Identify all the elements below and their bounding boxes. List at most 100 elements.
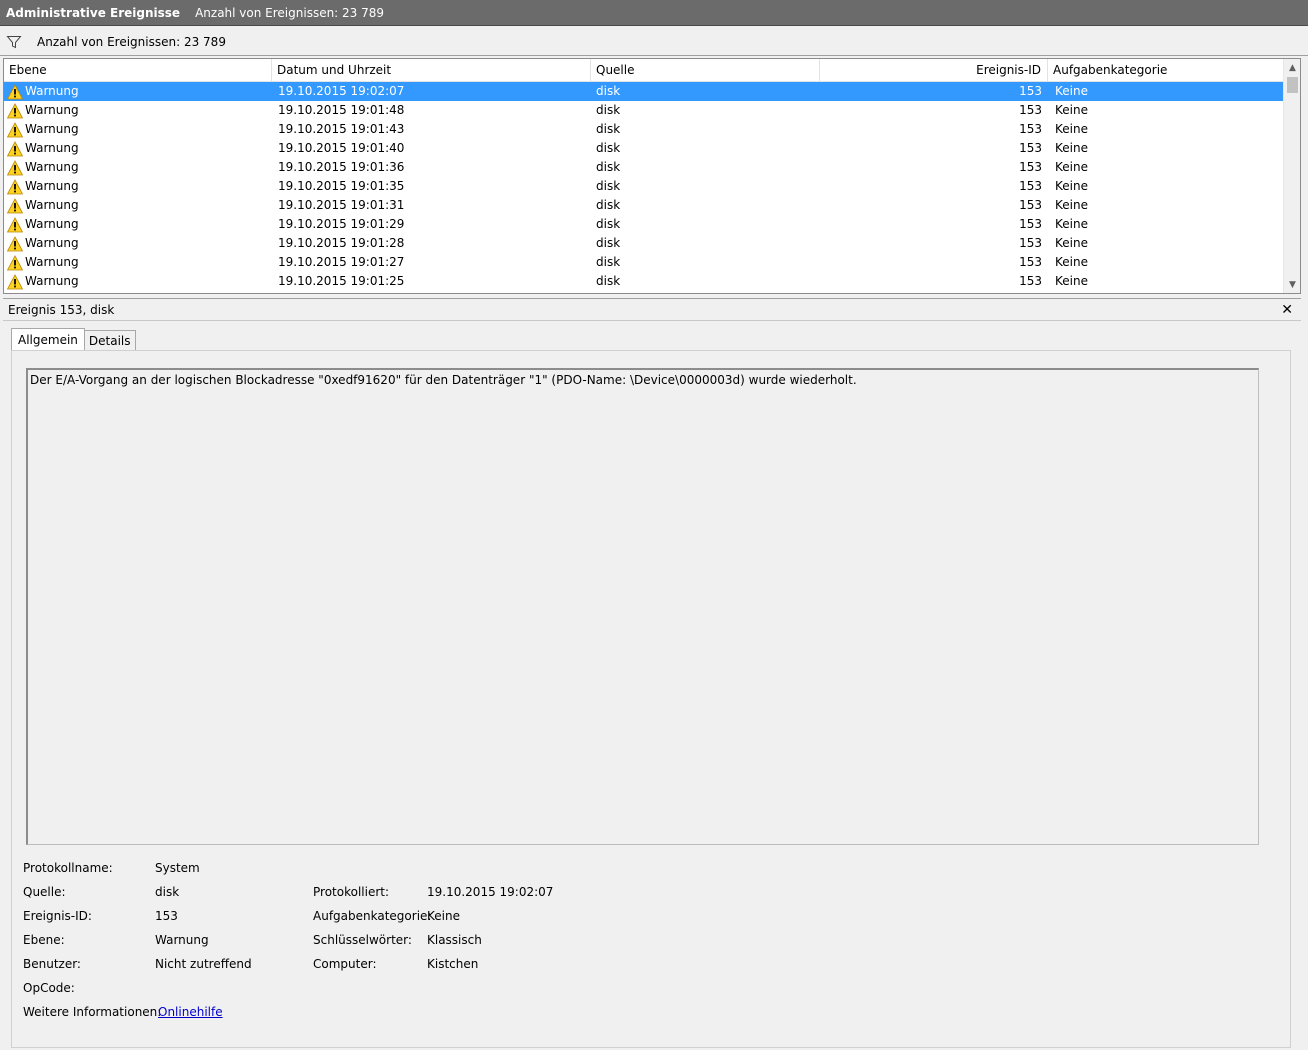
table-row[interactable]: Warnung 19.10.2015 19:01:25 disk 153 Keine (4, 272, 1285, 291)
online-help-link[interactable]: Onlinehilfe (158, 1005, 223, 1019)
level-text: Warnung (25, 255, 79, 269)
level-cell: Warnung (4, 139, 272, 158)
category-cell: Keine (1055, 84, 1088, 98)
warning-icon (6, 121, 24, 138)
event-id-cell: 153 (1019, 198, 1042, 212)
user-label: Benutzer: (23, 957, 81, 971)
category-cell: Keine (1055, 179, 1088, 193)
datetime-cell: 19.10.2015 19:01:31 (278, 198, 405, 212)
level-label: Ebene: (23, 933, 65, 947)
table-row[interactable]: Warnung 19.10.2015 19:01:28 disk 153 Keine (4, 234, 1285, 253)
events-list[interactable]: Ebene Datum und Uhrzeit Quelle Ereignis-… (3, 58, 1301, 294)
scroll-down-icon[interactable]: ▼ (1284, 276, 1300, 293)
more-info-label: Weitere Informationen: (23, 1005, 162, 1019)
opcode-label: OpCode: (23, 981, 75, 995)
table-row[interactable]: Warnung 19.10.2015 19:02:07 disk 153 Keine (4, 82, 1285, 101)
level-cell: Warnung (4, 234, 272, 253)
scroll-thumb[interactable] (1287, 77, 1298, 93)
level-value: Warnung (155, 933, 209, 947)
detail-tabs: Allgemein Details (11, 328, 136, 351)
column-header-category[interactable]: Aufgabenkategorie (1048, 59, 1284, 82)
level-text: Warnung (25, 103, 79, 117)
event-id-value: 153 (155, 909, 178, 923)
table-row[interactable]: Warnung 19.10.2015 19:01:29 disk 153 Keine (4, 215, 1285, 234)
warning-icon (6, 159, 24, 176)
level-text: Warnung (25, 160, 79, 174)
level-cell: Warnung (4, 101, 272, 120)
datetime-cell: 19.10.2015 19:01:28 (278, 236, 405, 250)
source-label: Quelle: (23, 885, 66, 899)
datetime-cell: 19.10.2015 19:01:27 (278, 255, 405, 269)
vertical-scrollbar[interactable]: ▲ ▼ (1283, 59, 1300, 293)
filter-icon[interactable] (6, 34, 22, 50)
level-text: Warnung (25, 179, 79, 193)
log-name-label: Protokollname: (23, 861, 113, 875)
level-cell: Warnung (4, 253, 272, 272)
event-id-cell: 153 (1019, 103, 1042, 117)
event-id-cell: 153 (1019, 160, 1042, 174)
list-body: Warnung 19.10.2015 19:02:07 disk 153 Keine Wa… (4, 82, 1285, 291)
category-cell: Keine (1055, 255, 1088, 269)
source-cell: disk (596, 179, 621, 193)
table-row[interactable]: Warnung 19.10.2015 19:01:31 disk 153 Keine (4, 196, 1285, 215)
table-row[interactable]: Warnung 19.10.2015 19:01:40 disk 153 Keine (4, 139, 1285, 158)
level-cell: Warnung (4, 158, 272, 177)
scroll-up-icon[interactable]: ▲ (1284, 59, 1300, 76)
table-row[interactable]: Warnung 19.10.2015 19:01:36 disk 153 Keine (4, 158, 1285, 177)
panel-title: Administrative Ereignisse (6, 5, 181, 20)
category-cell: Keine (1055, 103, 1088, 117)
column-header-datetime[interactable]: Datum und Uhrzeit (272, 59, 591, 82)
tab-panel-general: Der E/A-Vorgang an der logischen Blockad… (11, 350, 1291, 1048)
event-count: Anzahl von Ereignissen: 23 789 (195, 5, 385, 20)
source-cell: disk (596, 236, 621, 250)
logged-label: Protokolliert: (313, 885, 390, 899)
warning-icon (6, 273, 24, 290)
datetime-cell: 19.10.2015 19:01:48 (278, 103, 405, 117)
datetime-cell: 19.10.2015 19:01:25 (278, 274, 405, 288)
logged-value: 19.10.2015 19:02:07 (427, 885, 554, 899)
task-category-label: Aufgabenkategorie: (313, 909, 432, 923)
category-cell: Keine (1055, 198, 1088, 212)
warning-icon (6, 140, 24, 157)
column-header-source[interactable]: Quelle (591, 59, 820, 82)
level-text: Warnung (25, 141, 79, 155)
task-category-value: Keine (427, 909, 460, 923)
level-text: Warnung (25, 217, 79, 231)
table-row[interactable]: Warnung 19.10.2015 19:01:35 disk 153 Keine (4, 177, 1285, 196)
warning-icon (6, 254, 24, 271)
close-icon[interactable]: ✕ (1281, 302, 1293, 318)
level-text: Warnung (25, 236, 79, 250)
source-cell: disk (596, 122, 621, 136)
log-name-value: System (155, 861, 200, 875)
warning-icon (6, 216, 24, 233)
warning-icon (6, 235, 24, 252)
event-id-cell: 153 (1019, 84, 1042, 98)
source-cell: disk (596, 160, 621, 174)
keywords-value: Klassisch (427, 933, 482, 947)
keywords-label: Schlüsselwörter: (313, 933, 412, 947)
tab-details[interactable]: Details (83, 330, 136, 351)
source-value: disk (155, 885, 180, 899)
warning-icon (6, 83, 24, 100)
event-message-text: Der E/A-Vorgang an der logischen Blockad… (30, 373, 857, 387)
column-header-level[interactable]: Ebene (4, 59, 272, 82)
tab-general[interactable]: Allgemein (11, 328, 85, 351)
source-cell: disk (596, 103, 621, 117)
source-cell: disk (596, 274, 621, 288)
table-row[interactable]: Warnung 19.10.2015 19:01:27 disk 153 Keine (4, 253, 1285, 272)
level-text: Warnung (25, 122, 79, 136)
table-row[interactable]: Warnung 19.10.2015 19:01:43 disk 153 Keine (4, 120, 1285, 139)
source-cell: disk (596, 217, 621, 231)
column-header-event-id[interactable]: Ereignis-ID (820, 59, 1048, 82)
category-cell: Keine (1055, 141, 1088, 155)
table-row[interactable]: Warnung 19.10.2015 19:01:48 disk 153 Keine (4, 101, 1285, 120)
level-text: Warnung (25, 198, 79, 212)
panel-title-bar: Administrative Ereignisse Anzahl von Ere… (0, 0, 1308, 26)
computer-label: Computer: (313, 957, 377, 971)
event-id-cell: 153 (1019, 141, 1042, 155)
datetime-cell: 19.10.2015 19:01:29 (278, 217, 405, 231)
level-cell: Warnung (4, 196, 272, 215)
event-id-cell: 153 (1019, 217, 1042, 231)
event-message[interactable]: Der E/A-Vorgang an der logischen Blockad… (26, 368, 1259, 845)
level-cell: Warnung (4, 120, 272, 139)
